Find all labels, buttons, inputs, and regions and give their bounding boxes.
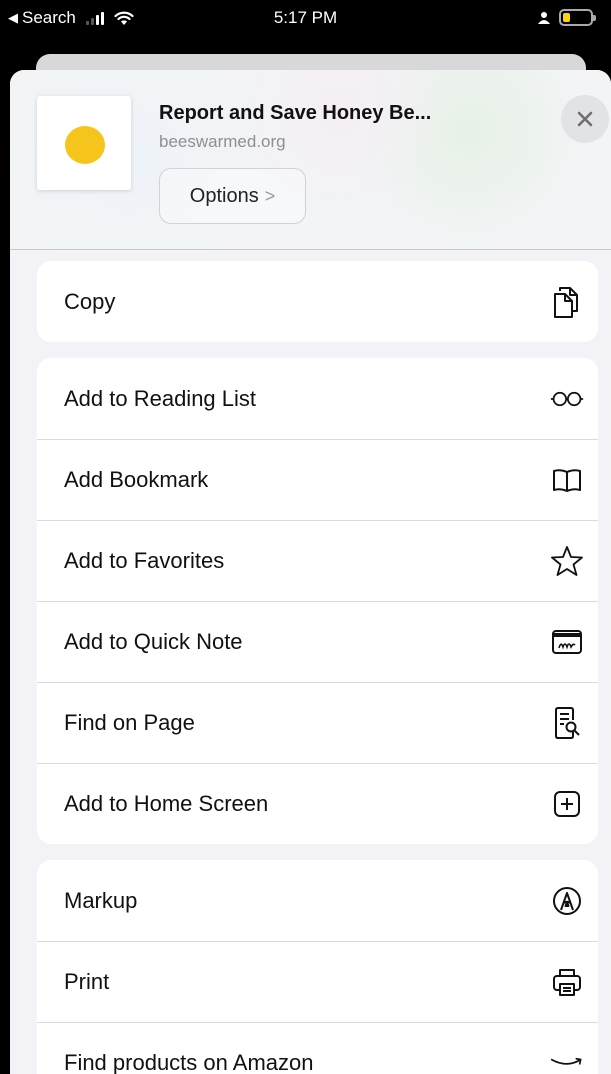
action-print[interactable]: Print (37, 941, 598, 1022)
glasses-icon (550, 382, 584, 416)
printer-icon (550, 965, 584, 999)
action-add-to-quick-note[interactable]: Add to Quick Note (37, 601, 598, 682)
action-add-to-reading-list[interactable]: Add to Reading List (37, 358, 598, 439)
quick-note-icon (550, 625, 584, 659)
page-title: Report and Save Honey Be... (159, 102, 432, 124)
plus-square-icon (550, 787, 584, 821)
person-icon (538, 11, 550, 24)
action-label: Add to Quick Note (64, 628, 243, 654)
action-label: Add Bookmark (64, 466, 209, 492)
close-button[interactable] (561, 95, 609, 143)
battery-icon (559, 9, 596, 26)
find-on-page-icon (550, 706, 584, 740)
book-icon (550, 463, 584, 497)
markup-icon (550, 884, 584, 918)
action-label: Markup (64, 887, 138, 913)
actions-group-browser: Add to Reading List Add Bookmark Add to … (37, 358, 598, 844)
actions-group-other: Markup Print Find products on Amazon (37, 860, 598, 1074)
options-label: Options (189, 184, 259, 207)
action-label: Add to Favorites (64, 547, 225, 573)
share-sheet: Report and Save Honey Be... beeswarmed.o… (10, 70, 611, 1074)
close-icon (577, 111, 593, 127)
action-label: Find products on Amazon (64, 1049, 314, 1074)
action-label: Copy (64, 288, 116, 314)
action-add-to-favorites[interactable]: Add to Favorites (37, 520, 598, 601)
action-label: Print (64, 968, 110, 994)
star-icon (550, 544, 584, 578)
page-domain: beeswarmed.org (159, 132, 286, 151)
options-button[interactable]: Options > (159, 168, 306, 224)
action-label: Find on Page (64, 709, 195, 735)
status-bar: ◀ Search 5:17 PM (0, 0, 611, 38)
amazon-smile-icon (550, 1046, 584, 1074)
thumbnail-yellow-dot (65, 126, 105, 164)
site-thumbnail (37, 96, 131, 190)
action-copy[interactable]: Copy (37, 261, 598, 342)
action-find-on-page[interactable]: Find on Page (37, 682, 598, 763)
action-label: Add to Home Screen (64, 790, 269, 816)
action-find-products-on-amazon[interactable]: Find products on Amazon (37, 1022, 598, 1074)
action-add-bookmark[interactable]: Add Bookmark (37, 439, 598, 520)
action-markup[interactable]: Markup (37, 860, 598, 941)
share-sheet-header: Report and Save Honey Be... beeswarmed.o… (10, 70, 611, 250)
status-time: 5:17 PM (273, 8, 338, 27)
chevron-right-icon: > (264, 185, 276, 206)
action-add-to-home-screen[interactable]: Add to Home Screen (37, 763, 598, 844)
action-label: Add to Reading List (64, 385, 257, 411)
copy-icon (550, 285, 584, 319)
actions-group-copy: Copy (37, 261, 598, 342)
